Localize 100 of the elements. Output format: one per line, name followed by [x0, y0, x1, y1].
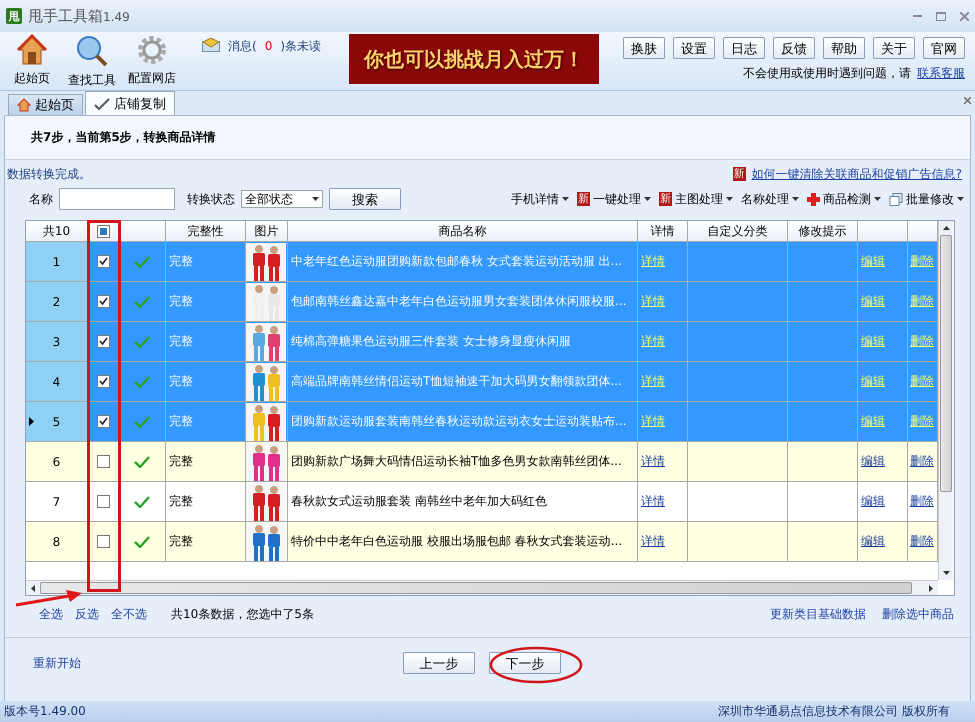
scroll-up-icon[interactable] [942, 226, 950, 230]
checkbox[interactable] [96, 415, 110, 428]
checkbox[interactable] [96, 375, 110, 388]
checkbox[interactable] [96, 224, 110, 238]
checkbox[interactable] [96, 495, 110, 508]
menu-button[interactable]: 反馈 [773, 37, 815, 59]
table-row[interactable]: 6 完整 团购新款广场舞大码情侣运动长袖T恤多色男女款南韩丝团体... 详情 编辑 删除 [26, 442, 938, 482]
version-text: 版本号1.49.00 [4, 703, 86, 720]
toolbar-button[interactable]: 起始页 [2, 32, 62, 90]
row-number: 1 [26, 242, 88, 282]
cross-icon [807, 192, 820, 206]
restart-link[interactable]: 重新开始 [33, 654, 81, 672]
table-cell: 特价中中老年白色运动服 校服出场服包邮 春秋女式套装运动... [288, 522, 638, 562]
row-number: 8 [26, 522, 88, 562]
caret-icon [562, 197, 569, 201]
scroll-down-icon[interactable] [942, 571, 950, 575]
toolbar-button[interactable]: 配置网店 [122, 32, 182, 90]
tab[interactable]: 起始页 [8, 94, 83, 115]
table-row[interactable]: 8 完整 特价中中老年白色运动服 校服出场服包邮 春秋女式套装运动... 详情 编辑 删除 [26, 522, 938, 562]
minimize-icon[interactable] [913, 14, 922, 18]
annotation-arrow [14, 590, 84, 608]
detail-link[interactable]: 详情 [641, 493, 665, 510]
table-row[interactable]: 3 完整 纯棉高弹糖果色运动服三件套装 女士修身显瘦休闲服 详情 编辑 删除 [26, 322, 938, 362]
action-menu[interactable]: 名称处理 [741, 190, 799, 208]
unread-message-text[interactable]: 消息( 0 )条未读 [228, 38, 322, 55]
table-row[interactable]: 4 完整 高端品牌南韩丝情侣运动T恤短袖速干加大码男女翻领款团体... 详情 编辑 删除 [26, 362, 938, 402]
scroll-left-icon[interactable] [31, 584, 35, 592]
action-menu[interactable]: 手机详情 [511, 190, 569, 208]
table-row[interactable]: 2 完整 包邮南韩丝鑫达嘉中老年白色运动服男女套装团体休闲服校服... 详情 编辑 删除 [26, 282, 938, 322]
envelope-icon [202, 38, 220, 52]
delete-link[interactable]: 删除 [910, 533, 934, 550]
step-button[interactable]: 上一步 [403, 652, 475, 674]
status-dropdown[interactable]: 全部状态 [241, 190, 323, 208]
new-badge: 新 [577, 192, 590, 206]
action-menu[interactable]: 商品检测 [807, 190, 881, 208]
action-link[interactable]: 更新类目基础数据 [770, 606, 866, 623]
close-icon[interactable] [964, 97, 971, 104]
caret-icon [644, 197, 651, 201]
menu-button[interactable]: 帮助 [823, 37, 865, 59]
checkbox[interactable] [96, 535, 110, 548]
checkmark-pen-icon [94, 96, 110, 110]
step-button[interactable]: 下一步 [489, 652, 561, 674]
action-menu[interactable]: 新 主图处理 [659, 190, 733, 208]
search-button[interactable]: 搜索 [329, 188, 401, 210]
new-badge: 新 [659, 192, 672, 206]
name-input-field[interactable] [59, 188, 175, 210]
delete-link[interactable]: 删除 [910, 453, 934, 470]
copyright-text: 深圳市华通易点信息技术有限公司 版权所有 [718, 703, 950, 720]
caret-icon [726, 197, 733, 201]
caret-icon [957, 197, 964, 201]
row-number: 2 [26, 282, 88, 322]
ad-banner[interactable]: 你也可以挑战月入过万！ [349, 34, 600, 84]
action-menu[interactable]: 批量修改 [889, 190, 964, 208]
row-number: 3 [26, 322, 88, 362]
house-icon [16, 34, 48, 66]
table-row[interactable]: 5 完整 团购新款运动服套装南韩丝春秋运动款运动衣女士运动装贴布... 详情 编辑 删除 [26, 402, 938, 442]
menu-button[interactable]: 关于 [873, 37, 915, 59]
contact-support-link[interactable]: 联系客服 [917, 65, 965, 82]
edit-link[interactable]: 编辑 [861, 533, 885, 550]
selection-link[interactable]: 全不选 [111, 606, 147, 623]
check-icon [134, 456, 150, 468]
selection-link[interactable]: 反选 [75, 606, 99, 623]
check-icon [134, 336, 150, 348]
checkbox[interactable] [96, 335, 110, 348]
check-icon [134, 416, 150, 428]
menu-button[interactable]: 设置 [673, 37, 715, 59]
detail-link[interactable]: 详情 [641, 453, 665, 470]
app-logo: 甩 [6, 8, 22, 24]
delete-link[interactable]: 删除 [910, 493, 934, 510]
selection-link[interactable]: 全选 [39, 606, 63, 623]
close-icon[interactable] [960, 12, 969, 20]
scroll-right-icon[interactable] [929, 584, 933, 592]
pages-icon [889, 192, 903, 206]
maximize-icon[interactable] [936, 12, 946, 20]
row-number: 4 [26, 362, 88, 402]
selection-summary: 共10条数据，您选中了5条 [171, 606, 314, 623]
step-heading: 共7步，当前第5步，转换商品详情 [5, 116, 970, 160]
vertical-scrollbar[interactable] [938, 221, 953, 580]
edit-link[interactable]: 编辑 [861, 493, 885, 510]
caret-icon [312, 197, 319, 201]
status-label: 转换状态 [187, 190, 235, 208]
checkbox[interactable] [96, 455, 110, 468]
checkbox[interactable] [96, 295, 110, 308]
table-row[interactable]: 1 完整 中老年红色运动服团购新款包邮春秋 女式套装运动活动服 出... 详情 编辑 删除 [26, 242, 938, 282]
action-menu[interactable]: 新 一键处理 [577, 190, 651, 208]
promo-link[interactable]: 如何一键清除关联商品和促销广告信息? [752, 166, 962, 182]
action-link[interactable]: 删除选中商品 [882, 606, 954, 623]
row-number: 6 [26, 442, 88, 482]
menu-button[interactable]: 日志 [723, 37, 765, 59]
window-title: 甩手工具箱1.49 [28, 6, 130, 26]
horizontal-scrollbar[interactable] [26, 580, 938, 595]
menu-button[interactable]: 官网 [923, 37, 965, 59]
detail-link[interactable]: 详情 [641, 533, 665, 550]
toolbar-button[interactable]: 查找工具 [62, 32, 122, 90]
check-icon [134, 296, 150, 308]
checkbox[interactable] [96, 255, 110, 268]
edit-link[interactable]: 编辑 [861, 453, 885, 470]
menu-button[interactable]: 换肤 [623, 37, 665, 59]
tab[interactable]: 店铺复制 [85, 91, 175, 115]
check-icon [134, 376, 150, 388]
